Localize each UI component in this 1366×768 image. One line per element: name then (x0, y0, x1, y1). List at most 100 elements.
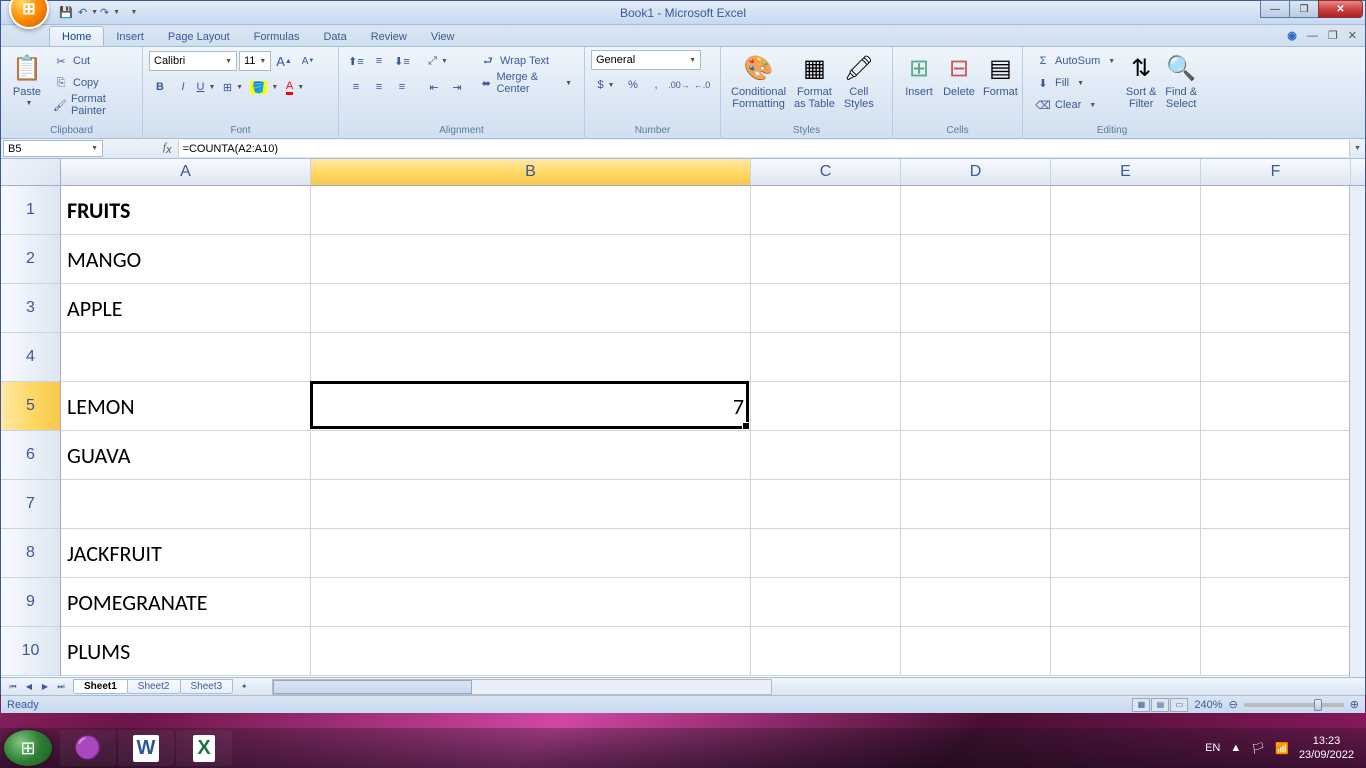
cell[interactable] (311, 235, 751, 284)
task-word[interactable]: W (118, 730, 174, 766)
cell[interactable] (1051, 627, 1201, 676)
sheet-prev-button[interactable]: ◀ (21, 679, 37, 695)
zoom-out-button[interactable]: ⊖ (1229, 698, 1238, 711)
italic-button[interactable]: I (172, 76, 194, 98)
fill-button[interactable]: ⬇Fill▼ (1033, 73, 1117, 93)
flag-icon[interactable]: 🏳 (1251, 742, 1265, 755)
cell[interactable] (311, 186, 751, 235)
page-break-view-button[interactable]: ▭ (1170, 698, 1188, 712)
cell[interactable] (1051, 333, 1201, 382)
cell-content[interactable]: APPLE (61, 284, 311, 333)
cell[interactable] (1051, 382, 1201, 431)
workbook-restore-button[interactable]: ❐ (1328, 29, 1338, 42)
underline-button[interactable]: U▼ (195, 76, 217, 98)
sheet-next-button[interactable]: ▶ (37, 679, 53, 695)
help-icon[interactable]: ◉ (1287, 29, 1297, 42)
cell-content[interactable]: LEMON (61, 382, 311, 431)
tab-review[interactable]: Review (359, 27, 419, 46)
row-header-10[interactable]: 10 (1, 627, 60, 676)
row-header-7[interactable]: 7 (1, 480, 60, 529)
cell[interactable] (751, 382, 901, 431)
cell[interactable] (751, 578, 901, 627)
cell[interactable] (1051, 186, 1201, 235)
qat-customize[interactable]: ▼ (123, 4, 141, 22)
cell[interactable] (1201, 382, 1351, 431)
cell-content[interactable]: 7 (311, 382, 751, 431)
cell[interactable] (901, 284, 1051, 333)
ribbon-minimize-button[interactable]: — (1307, 30, 1318, 42)
cell[interactable] (311, 627, 751, 676)
row-header-5[interactable]: 5 (1, 382, 60, 431)
cell[interactable] (1201, 529, 1351, 578)
autosum-button[interactable]: ΣAutoSum▼ (1033, 51, 1117, 71)
cell[interactable] (901, 235, 1051, 284)
bold-button[interactable]: B (149, 76, 171, 98)
cell[interactable] (901, 186, 1051, 235)
col-header-D[interactable]: D (901, 159, 1051, 185)
cell[interactable] (1051, 529, 1201, 578)
row-header-8[interactable]: 8 (1, 529, 60, 578)
font-size-combo[interactable]: 11▼ (239, 51, 271, 71)
row-header-3[interactable]: 3 (1, 284, 60, 333)
cell[interactable] (1201, 431, 1351, 480)
col-header-B[interactable]: B (311, 159, 751, 185)
minimize-button[interactable]: — (1260, 0, 1290, 18)
sheet-last-button[interactable]: ⏭ (53, 679, 69, 695)
tab-home[interactable]: Home (49, 26, 104, 46)
cell[interactable] (61, 333, 311, 382)
tab-insert[interactable]: Insert (104, 27, 156, 46)
paste-button[interactable]: 📋 Paste ▼ (7, 50, 47, 109)
cell[interactable] (311, 284, 751, 333)
cell[interactable] (1201, 186, 1351, 235)
cell[interactable] (1201, 578, 1351, 627)
close-button[interactable]: ✕ (1318, 0, 1363, 18)
start-button[interactable]: ⊞ (4, 730, 52, 766)
cell-content[interactable]: PLUMS (61, 627, 311, 676)
format-cells-button[interactable]: ▤Format (979, 50, 1022, 100)
cell[interactable] (901, 627, 1051, 676)
align-middle-button[interactable]: ≡ (368, 50, 390, 72)
cell[interactable] (1051, 578, 1201, 627)
cell[interactable] (311, 578, 751, 627)
new-sheet-button[interactable]: ✦ (236, 679, 252, 695)
orientation-button[interactable]: ⤢▼ (423, 50, 453, 72)
cell[interactable] (311, 480, 751, 529)
cell[interactable] (751, 627, 901, 676)
expand-formula-bar[interactable]: ▼ (1349, 140, 1365, 157)
align-center-button[interactable]: ≡ (368, 76, 390, 98)
col-header-E[interactable]: E (1051, 159, 1201, 185)
office-button[interactable]: ⊞ (9, 0, 49, 29)
wrap-text-button[interactable]: ⮐Wrap Text (478, 51, 574, 71)
redo-button[interactable]: ↷▼ (101, 4, 119, 22)
cell-content[interactable]: MANGO (61, 235, 311, 284)
copy-button[interactable]: ⎘Copy (51, 73, 132, 93)
col-header-A[interactable]: A (61, 159, 311, 185)
increase-decimal-button[interactable]: .00→ (668, 74, 690, 96)
cell[interactable] (901, 529, 1051, 578)
horizontal-scrollbar[interactable] (272, 679, 772, 695)
cell[interactable] (1201, 284, 1351, 333)
align-left-button[interactable]: ≡ (345, 76, 367, 98)
row-header-1[interactable]: 1 (1, 186, 60, 235)
network-icon[interactable]: 📶 (1275, 742, 1289, 755)
conditional-formatting-button[interactable]: 🎨Conditional Formatting (727, 50, 790, 112)
percent-button[interactable]: % (622, 74, 644, 96)
cell[interactable] (1051, 431, 1201, 480)
col-header-C[interactable]: C (751, 159, 901, 185)
align-bottom-button[interactable]: ⬇≡ (391, 50, 413, 72)
sheet-tab-sheet3[interactable]: Sheet3 (180, 679, 234, 694)
language-indicator[interactable]: EN (1205, 742, 1220, 754)
formula-input[interactable]: =COUNTA(A2:A10) (178, 140, 1349, 157)
fill-color-button[interactable]: 🪣▼ (249, 76, 279, 98)
align-right-button[interactable]: ≡ (391, 76, 413, 98)
cell[interactable] (901, 333, 1051, 382)
decrease-decimal-button[interactable]: ←.0 (691, 74, 713, 96)
row-header-2[interactable]: 2 (1, 235, 60, 284)
grow-font-button[interactable]: A▲ (273, 50, 295, 72)
sheet-tab-sheet1[interactable]: Sheet1 (73, 679, 128, 694)
cell-styles-button[interactable]: 🖍Cell Styles (839, 50, 879, 112)
font-color-button[interactable]: A▼ (280, 76, 310, 98)
format-painter-button[interactable]: 🖌Format Painter (51, 95, 132, 115)
cell-content[interactable]: POMEGRANATE (61, 578, 311, 627)
zoom-in-button[interactable]: ⊕ (1350, 698, 1359, 711)
